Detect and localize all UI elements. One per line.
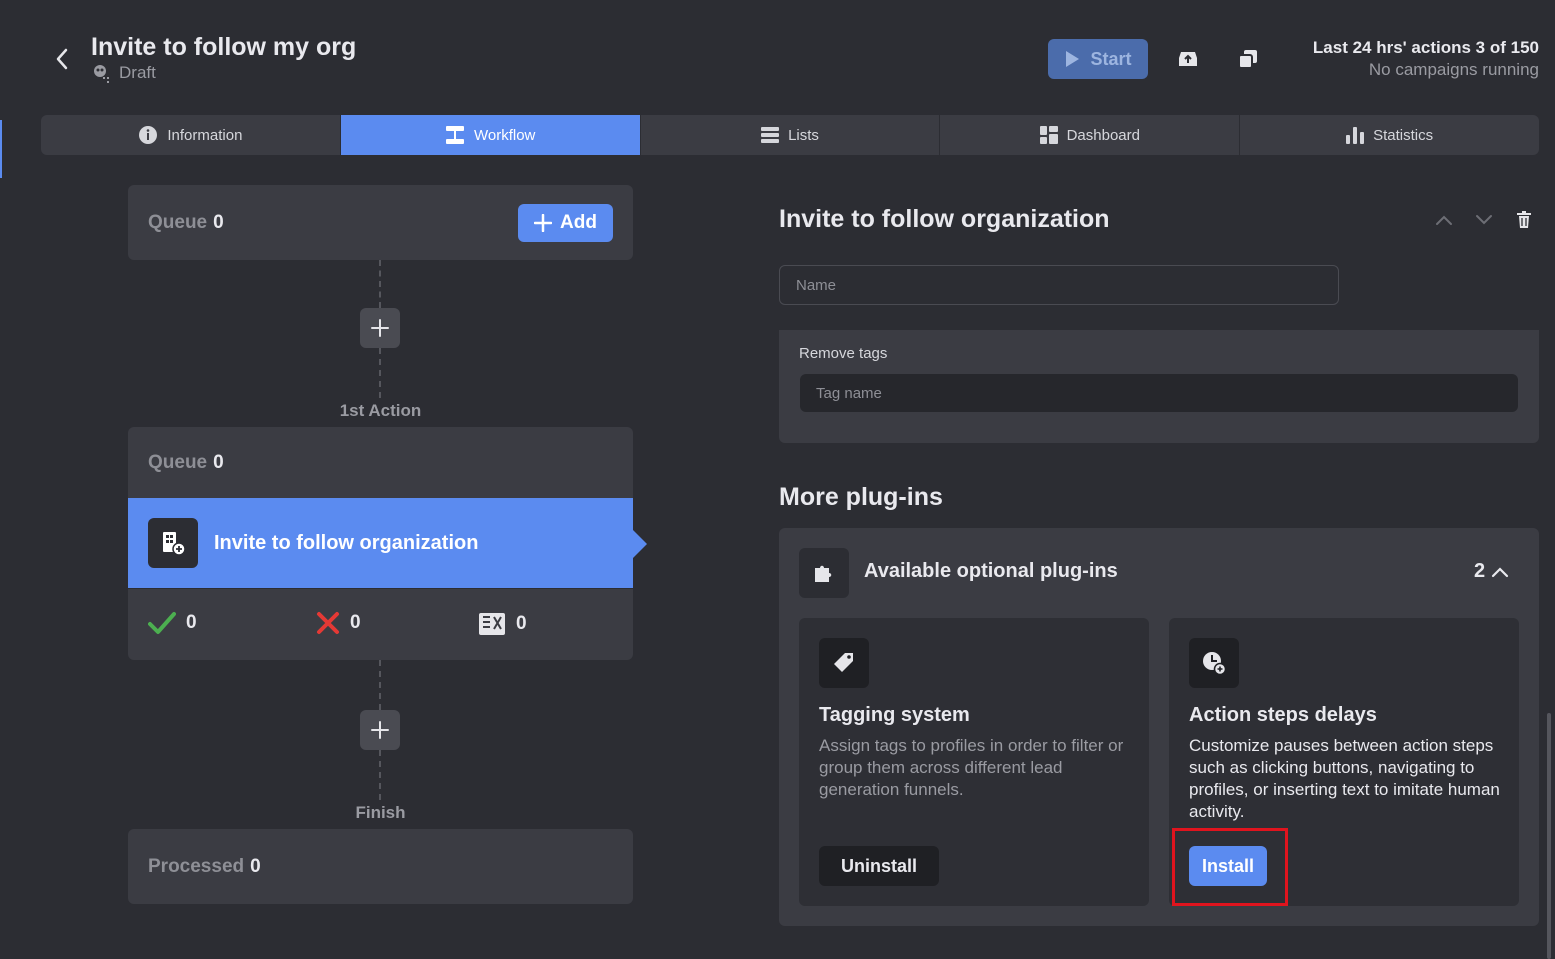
- tab-lists[interactable]: Lists: [641, 115, 941, 155]
- tab-statistics[interactable]: Statistics: [1240, 115, 1539, 155]
- plugin-description: Customize pauses between action steps su…: [1189, 736, 1500, 821]
- trash-icon: [1517, 211, 1531, 228]
- step-label: 1st Action: [339, 401, 422, 420]
- bar-chart-icon: [1346, 127, 1365, 144]
- processed-card: Processed 0: [128, 829, 633, 904]
- skipped-count: 0: [516, 613, 527, 634]
- plus-icon: [371, 721, 389, 739]
- check-icon: [148, 612, 176, 634]
- organization-add-icon: [163, 532, 186, 556]
- action-counters: 0 0 0: [128, 589, 633, 660]
- queue-label: Queue: [148, 211, 208, 233]
- info-icon: [139, 126, 158, 144]
- tag-name-input[interactable]: [800, 374, 1518, 412]
- play-icon: [1066, 51, 1080, 67]
- dashboard-icon: [1039, 126, 1058, 144]
- panel-title: Invite to follow organization: [779, 205, 1110, 233]
- actions-count: Last 24 hrs' actions 3 of 150: [1312, 38, 1539, 57]
- campaign-status: Draft: [91, 63, 156, 83]
- start-label: Start: [1090, 48, 1132, 69]
- remove-tags-label: Remove tags: [799, 345, 888, 362]
- cross-icon: [317, 612, 339, 634]
- campaigns-running: No campaigns running: [1368, 60, 1539, 79]
- plugins-collapse-toggle[interactable]: 2: [1474, 560, 1509, 583]
- success-count: 0: [186, 612, 197, 633]
- plugin-name: Action steps delays: [1189, 704, 1377, 726]
- plus-icon: [371, 319, 389, 337]
- start-button[interactable]: Start: [1048, 39, 1148, 79]
- plus-icon: [534, 214, 553, 232]
- plugins-icon-box: [799, 548, 849, 598]
- plugin-description: Assign tags to profiles in order to filt…: [819, 736, 1124, 799]
- failed-counter: 0: [316, 611, 361, 635]
- delete-button[interactable]: [1512, 208, 1536, 232]
- uninstall-button[interactable]: Uninstall: [819, 846, 939, 886]
- chevron-up-icon: [1492, 566, 1509, 577]
- tab-label: Information: [167, 126, 243, 144]
- action-queue-card: Queue 0: [128, 427, 633, 498]
- skipped-counter: 0: [478, 611, 527, 637]
- queue-value: 0: [213, 451, 224, 473]
- action-name: Invite to follow organization: [214, 531, 479, 554]
- add-button[interactable]: Add: [518, 204, 613, 242]
- tab-workflow[interactable]: Workflow: [340, 115, 641, 155]
- processed-label: Processed: [148, 855, 245, 877]
- tab-label: Workflow: [473, 126, 536, 144]
- chevron-down-icon: [1476, 215, 1492, 225]
- archive-button[interactable]: [1175, 46, 1201, 72]
- list-icon: [761, 127, 780, 143]
- selected-pointer: [633, 530, 647, 558]
- page-title: Invite to follow my org: [91, 33, 357, 61]
- workflow-icon: [445, 126, 464, 144]
- copy-icon: [1238, 50, 1257, 69]
- action-step-invite-to-follow[interactable]: Invite to follow organization: [128, 498, 633, 588]
- tab-bar: Information Workflow Lists Dashboard Sta…: [41, 115, 1539, 155]
- back-button[interactable]: [48, 44, 76, 74]
- insert-step-button[interactable]: [360, 710, 400, 750]
- plugin-icon-box: [819, 638, 869, 688]
- connector-line: [379, 348, 381, 398]
- install-highlight-box: [1172, 828, 1288, 906]
- plugin-card-tagging: Tagging system Assign tags to profiles i…: [799, 618, 1149, 906]
- tab-dashboard[interactable]: Dashboard: [940, 115, 1241, 155]
- tab-information[interactable]: Information: [41, 115, 341, 155]
- success-counter: 0: [148, 611, 197, 635]
- plugin-icon-box: [1189, 638, 1239, 688]
- tab-label: Dashboard: [1066, 126, 1140, 144]
- queue-value: 0: [213, 211, 224, 233]
- plugins-count: 2: [1474, 560, 1486, 582]
- connector-line: [379, 660, 381, 710]
- chevron-left-icon: [56, 48, 68, 70]
- connector-line: [379, 750, 381, 800]
- puzzle-icon: [815, 565, 832, 582]
- processed-value: 0: [250, 855, 261, 877]
- finish-label: Finish: [355, 803, 406, 822]
- name-input[interactable]: [779, 265, 1339, 305]
- chevron-up-icon: [1436, 215, 1452, 225]
- scrollbar[interactable]: [1547, 713, 1551, 959]
- available-plugins-title: Available optional plug-ins: [864, 560, 1118, 582]
- queue-label: Queue: [148, 451, 208, 473]
- connector-line: [379, 260, 381, 308]
- more-plugins-title: More plug-ins: [779, 483, 943, 511]
- move-down-button[interactable]: [1472, 208, 1496, 232]
- tab-label: Lists: [788, 126, 819, 144]
- action-icon-box: [148, 518, 198, 568]
- actions-stats: Last 24 hrs' actions 3 of 150 No campaig…: [1313, 38, 1539, 80]
- status-text: Draft: [119, 63, 156, 82]
- move-up-button[interactable]: [1432, 208, 1456, 232]
- plugin-name: Tagging system: [819, 704, 970, 726]
- tab-label: Statistics: [1373, 126, 1434, 144]
- failed-count: 0: [350, 612, 361, 633]
- insert-step-button[interactable]: [360, 308, 400, 348]
- tag-icon: [834, 653, 853, 672]
- left-edge-indicator: [0, 120, 2, 178]
- skip-icon: [479, 613, 505, 635]
- clock-icon: [1203, 652, 1227, 676]
- archive-icon: [1179, 52, 1197, 66]
- duplicate-button[interactable]: [1235, 46, 1261, 72]
- add-label: Add: [560, 212, 597, 233]
- draft-icon: [94, 65, 109, 83]
